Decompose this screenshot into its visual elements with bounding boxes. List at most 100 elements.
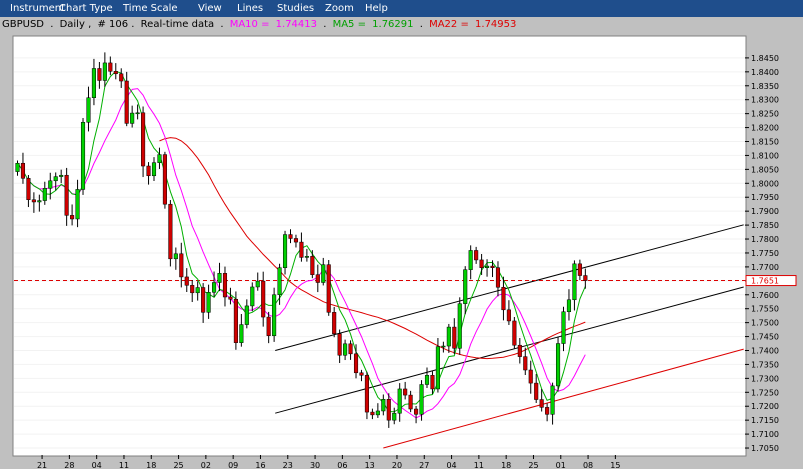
candle xyxy=(272,287,277,342)
y-tick-label: 1.7500 xyxy=(751,319,779,328)
x-tick-label: 23 xyxy=(283,461,293,469)
chart-header: GBPUSD . Daily , # 106 . Real-time data … xyxy=(2,19,516,30)
y-tick-label: 1.8250 xyxy=(751,110,779,119)
candle-body xyxy=(528,369,533,384)
candle-body xyxy=(304,256,309,258)
y-tick-label: 1.8200 xyxy=(751,124,779,133)
candle-body xyxy=(119,73,124,82)
candle-body xyxy=(37,200,42,203)
candle-body xyxy=(151,162,157,177)
candle-body xyxy=(222,273,228,298)
menu-lines[interactable]: Lines xyxy=(237,3,263,14)
candle-body xyxy=(485,265,490,268)
candle-body xyxy=(70,215,75,220)
candle-body xyxy=(277,267,282,296)
candle-body xyxy=(523,356,528,371)
candle-body xyxy=(75,189,80,220)
y-tick-label: 1.7450 xyxy=(751,333,779,342)
candle-body xyxy=(517,344,522,357)
candle-body xyxy=(506,309,511,322)
menu-zoom[interactable]: Zoom xyxy=(325,3,354,14)
y-tick-label: 1.7600 xyxy=(751,291,779,300)
y-tick-label: 1.7850 xyxy=(751,221,779,230)
x-tick-label: 09 xyxy=(228,461,238,469)
x-tick-label: 16 xyxy=(255,461,265,469)
y-tick-label: 1.8300 xyxy=(751,96,779,105)
candle-body xyxy=(244,305,249,325)
candle-body xyxy=(326,264,331,313)
candle-body xyxy=(463,269,468,304)
y-tick-label: 1.7400 xyxy=(751,347,779,356)
candle-body xyxy=(337,333,342,356)
candle-body xyxy=(457,303,462,349)
candle-body xyxy=(468,250,473,270)
ma5-value: 1.76291 xyxy=(372,19,413,30)
menu-instrument[interactable]: Instrument xyxy=(10,3,65,14)
candle-body xyxy=(179,253,184,278)
x-tick-label: 04 xyxy=(92,461,102,469)
candle-body xyxy=(566,299,572,313)
header-sep-4: . xyxy=(420,19,423,30)
y-tick-label: 1.8350 xyxy=(751,82,779,91)
candle xyxy=(233,291,238,350)
candle-body xyxy=(228,296,233,300)
x-tick-label: 02 xyxy=(201,461,211,469)
y-tick-label: 1.7900 xyxy=(751,207,779,216)
candle-body xyxy=(108,62,113,72)
candle-body xyxy=(86,97,91,123)
last-price-label: 1.7651 xyxy=(751,277,779,286)
candle xyxy=(364,371,369,420)
y-tick-label: 1.8000 xyxy=(751,179,779,188)
x-tick-label: 11 xyxy=(474,461,484,469)
candle-body xyxy=(441,345,446,348)
menu-help[interactable]: Help xyxy=(365,3,388,14)
candle-body xyxy=(184,276,189,286)
candle-body xyxy=(255,280,260,288)
candle-body xyxy=(212,282,217,293)
y-tick-label: 1.7250 xyxy=(751,388,779,397)
candle-body xyxy=(452,326,457,349)
ma22-value: 1.74953 xyxy=(475,19,516,30)
header-count: # 106 xyxy=(97,19,128,30)
candle-body xyxy=(545,407,550,415)
y-tick-label: 1.8050 xyxy=(751,165,779,174)
candle-body xyxy=(310,256,315,275)
candle-body xyxy=(206,292,211,313)
candle xyxy=(282,230,288,275)
candle-body xyxy=(397,388,402,414)
y-tick-label: 1.7150 xyxy=(751,416,779,425)
y-tick-label: 1.8150 xyxy=(751,138,779,147)
candle-body xyxy=(162,154,167,205)
menu-chart-type[interactable]: Chart Type xyxy=(59,3,113,14)
header-sep-3: . xyxy=(323,19,326,30)
x-tick-label: 28 xyxy=(64,461,74,469)
menu-time-scale[interactable]: Time Scale xyxy=(123,3,178,14)
y-tick-label: 1.8100 xyxy=(751,151,779,160)
candle-body xyxy=(501,286,506,311)
x-tick-label: 20 xyxy=(392,461,402,469)
y-tick-label: 1.8400 xyxy=(751,68,779,77)
x-tick-label: 18 xyxy=(146,461,156,469)
x-tick-label: 27 xyxy=(419,461,429,469)
candle-body xyxy=(321,264,326,283)
candle-body xyxy=(102,62,107,81)
candle-body xyxy=(381,399,386,412)
candle xyxy=(555,336,561,392)
menu-view[interactable]: View xyxy=(198,3,222,14)
candle-body xyxy=(26,178,31,200)
candle-body xyxy=(15,162,20,172)
candle xyxy=(512,316,517,349)
y-tick-label: 1.7200 xyxy=(751,402,779,411)
candle-body xyxy=(495,267,501,288)
candle-body xyxy=(315,274,320,283)
menu-studies[interactable]: Studies xyxy=(277,3,314,14)
candle-body xyxy=(261,280,266,318)
candle-body xyxy=(392,412,397,421)
candle-body xyxy=(31,199,36,203)
candle-body xyxy=(332,312,337,335)
candle-body xyxy=(299,241,304,258)
candle xyxy=(162,151,167,209)
candle-body xyxy=(583,275,588,281)
candle-body xyxy=(91,68,96,98)
candle-body xyxy=(48,180,53,189)
